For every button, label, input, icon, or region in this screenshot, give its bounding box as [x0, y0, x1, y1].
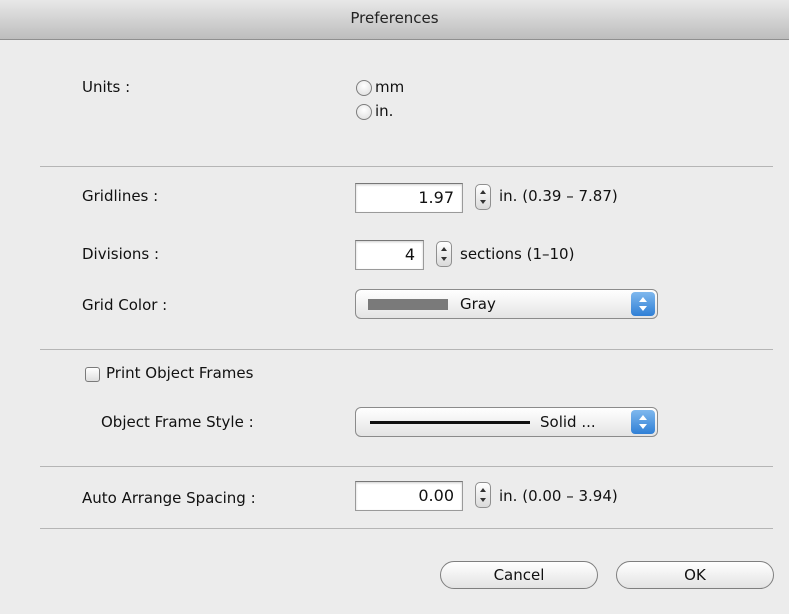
divisions-label: Divisions :	[82, 245, 160, 263]
print-object-frames-label[interactable]: Print Object Frames	[106, 364, 253, 382]
auto-arrange-range: in. (0.00 – 3.94)	[499, 487, 618, 505]
divisions-stepper[interactable]	[436, 241, 452, 267]
grid-color-label: Grid Color :	[82, 296, 168, 314]
gridlines-input[interactable]: 1.97	[355, 183, 463, 213]
popup-arrows-icon	[631, 292, 655, 316]
divisions-range: sections (1–10)	[460, 245, 575, 263]
window-title: Preferences	[350, 9, 439, 27]
gridlines-stepper[interactable]	[475, 184, 491, 210]
solid-line-sample	[370, 421, 530, 424]
object-frame-style-popup[interactable]: Solid ...	[355, 407, 658, 437]
popup-arrows-icon	[631, 410, 655, 434]
object-frame-style-label: Object Frame Style :	[101, 413, 254, 431]
object-frame-style-value: Solid ...	[540, 413, 596, 431]
units-label: Units :	[82, 78, 131, 96]
print-object-frames-checkbox[interactable]	[85, 367, 100, 382]
radio-in[interactable]	[356, 104, 372, 120]
stepper-up-icon[interactable]	[441, 247, 447, 251]
section-divider	[40, 349, 773, 350]
ok-button[interactable]: OK	[616, 561, 774, 589]
auto-arrange-stepper[interactable]	[475, 482, 491, 508]
radio-in-label[interactable]: in.	[375, 102, 393, 120]
color-swatch	[368, 299, 448, 310]
gridlines-range: in. (0.39 – 7.87)	[499, 187, 618, 205]
stepper-down-icon[interactable]	[480, 200, 486, 204]
grid-color-value: Gray	[460, 295, 496, 313]
stepper-up-icon[interactable]	[480, 190, 486, 194]
stepper-up-icon[interactable]	[480, 488, 486, 492]
section-divider	[40, 528, 773, 529]
grid-color-popup[interactable]: Gray	[355, 289, 658, 319]
gridlines-label: Gridlines :	[82, 187, 159, 205]
section-divider	[40, 466, 773, 467]
divisions-input[interactable]: 4	[355, 240, 424, 270]
radio-mm-label[interactable]: mm	[375, 78, 404, 96]
stepper-down-icon[interactable]	[480, 498, 486, 502]
auto-arrange-input[interactable]: 0.00	[355, 481, 463, 511]
auto-arrange-label: Auto Arrange Spacing :	[82, 489, 256, 507]
radio-mm[interactable]	[356, 80, 372, 96]
section-divider	[40, 166, 773, 167]
title-bar: Preferences	[0, 0, 789, 40]
cancel-button[interactable]: Cancel	[440, 561, 598, 589]
stepper-down-icon[interactable]	[441, 257, 447, 261]
